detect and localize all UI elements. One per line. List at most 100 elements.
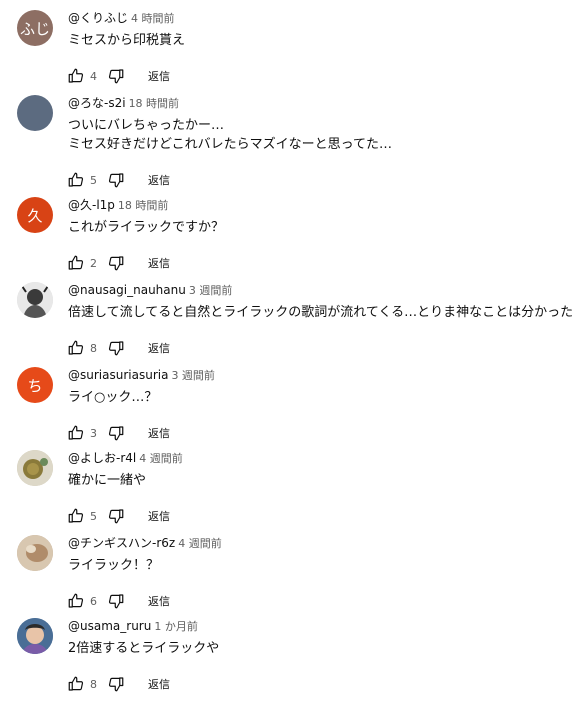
thumbs-up-icon: [68, 425, 84, 440]
like-button[interactable]: [66, 591, 86, 611]
avatar[interactable]: [17, 535, 53, 571]
comment-header: @くりふじ 4 時間前: [68, 10, 175, 26]
comment-text-line: ついにバレちゃったかー…: [68, 118, 225, 133]
reply-button[interactable]: 返信: [148, 68, 170, 84]
author-name[interactable]: @くりふじ: [68, 11, 128, 25]
comment-text-line: 確かに一緒や: [68, 473, 147, 488]
comment-timestamp[interactable]: 4 週間前: [178, 537, 222, 550]
like-button[interactable]: [66, 170, 86, 190]
thumbs-up-icon: [68, 593, 84, 608]
reply-button[interactable]: 返信: [148, 425, 170, 441]
comment-text-line: ライラック！？: [68, 558, 160, 573]
author-name[interactable]: @ろな-s2i: [68, 96, 126, 110]
comment-timestamp[interactable]: 18 時間前: [129, 97, 180, 110]
thumbs-down-icon: [108, 256, 124, 271]
author-name[interactable]: @よしお-r4l: [68, 451, 136, 465]
comment-header: @よしお-r4l 4 週間前: [68, 450, 183, 466]
like-count: 5: [90, 509, 97, 523]
author-name[interactable]: @チンギスハン-r6z: [68, 536, 175, 550]
thumbs-up-icon: [68, 68, 84, 83]
thumbs-up-icon: [68, 508, 84, 523]
comment-text: ライラック！？: [68, 556, 159, 575]
avatar[interactable]: [17, 450, 53, 486]
avatar[interactable]: [17, 282, 53, 318]
comment-item: @チンギスハン-r6z 4 週間前ライラック！？ 6 返信: [0, 535, 577, 619]
comment-timestamp[interactable]: 3 週間前: [189, 284, 233, 297]
avatar[interactable]: [17, 618, 53, 654]
author-name[interactable]: @suriasuriasuria: [68, 368, 168, 382]
thumbs-up-icon: [68, 340, 84, 355]
comment-text-line: ライ○ック…？: [68, 390, 158, 405]
thumbs-up-icon: [68, 172, 84, 187]
dislike-button[interactable]: [106, 66, 126, 86]
comment-item: @ろな-s2i 18 時間前ついにバレちゃったかー… ミセス好きだけどこれバレたらマ…: [0, 95, 577, 188]
comment-item: ふじ @くりふじ 4 時間前 ミセスから印税貰え 4 返信: [0, 10, 577, 94]
avatar[interactable]: [17, 95, 53, 131]
thumbs-down-icon: [108, 677, 124, 692]
comment-item: ち @suriasuriasuria 3 週間前 ライ○ック…？ 3 返信: [0, 367, 577, 451]
dislike-button[interactable]: [106, 423, 126, 443]
comment-text-line: これがライラックですか？: [68, 220, 225, 235]
comment-text: ミセスから印税貰え: [68, 31, 185, 50]
comment-timestamp[interactable]: 3 週間前: [171, 369, 215, 382]
author-name[interactable]: @nausagi_nauhanu: [68, 283, 186, 297]
comment-text-line: 倍速して流してると自然とライラックの歌詞が流れてくる…とりま神なことは分かった: [68, 305, 574, 320]
comment-actions: 8 返信: [66, 338, 170, 358]
thumbs-up-icon: [68, 255, 84, 270]
like-button[interactable]: [66, 338, 86, 358]
comment-actions: 8 返信: [66, 674, 170, 694]
thumbs-down-icon: [108, 509, 124, 524]
comment-actions: 3 返信: [66, 423, 170, 443]
thumbs-down-icon: [108, 173, 124, 188]
avatar[interactable]: ふじ: [17, 10, 53, 46]
comment-text-line: ミセス好きだけどこれバレたらマズイなーと思ってた…: [68, 137, 392, 152]
comment-text: 倍速して流してると自然とライラックの歌詞が流れてくる…とりま神なことは分かった: [68, 303, 573, 322]
thumbs-up-icon: [68, 676, 84, 691]
dislike-button[interactable]: [106, 674, 126, 694]
like-button[interactable]: [66, 253, 86, 273]
comment-text-line: ミセスから印税貰え: [68, 33, 186, 48]
avatar[interactable]: 久: [17, 197, 53, 233]
comment-timestamp[interactable]: 4 時間前: [131, 12, 175, 25]
comment-text-line: 2倍速するとライラックや: [68, 641, 220, 656]
comment-item: @よしお-r4l 4 週間前 確かに一緒や 5 返信: [0, 450, 577, 534]
comment-header: @ろな-s2i 18 時間前: [68, 95, 179, 111]
comment-item: @nausagi_nauhanu 3 週間前倍速して流してると自然とライラックの歌…: [0, 282, 577, 366]
comment-actions: 5 返信: [66, 170, 170, 190]
thumbs-down-icon: [108, 426, 124, 441]
dislike-button[interactable]: [106, 591, 126, 611]
author-name[interactable]: @久-l1p: [68, 198, 115, 212]
reply-button[interactable]: 返信: [148, 255, 170, 271]
like-button[interactable]: [66, 66, 86, 86]
thumbs-down-icon: [108, 594, 124, 609]
dislike-button[interactable]: [106, 253, 126, 273]
comment-text: ついにバレちゃったかー… ミセス好きだけどこれバレたらマズイなーと思ってた…: [68, 116, 392, 154]
comment-text: 確かに一緒や: [68, 471, 146, 490]
like-button[interactable]: [66, 674, 86, 694]
comment-item: @usama_ruru 1 か月前 2倍速するとライラックや 8 返信: [0, 618, 577, 702]
dislike-button[interactable]: [106, 170, 126, 190]
like-button[interactable]: [66, 506, 86, 526]
comment-actions: 6 返信: [66, 591, 170, 611]
thumbs-down-icon: [108, 341, 124, 356]
comment-timestamp[interactable]: 18 時間前: [118, 199, 169, 212]
like-button[interactable]: [66, 423, 86, 443]
reply-button[interactable]: 返信: [148, 676, 170, 692]
avatar[interactable]: ち: [17, 367, 53, 403]
comment-header: @nausagi_nauhanu 3 週間前: [68, 282, 232, 298]
comment-text: 2倍速するとライラックや: [68, 639, 219, 658]
thumbs-down-icon: [108, 69, 124, 84]
comment-timestamp[interactable]: 1 か月前: [154, 620, 198, 633]
comment-item: 久 @久-l1p 18 時間前 これがライラックですか？ 2 返信: [0, 197, 577, 281]
comment-text: これがライラックですか？: [68, 218, 224, 237]
reply-button[interactable]: 返信: [148, 593, 170, 609]
author-name[interactable]: @usama_ruru: [68, 619, 151, 633]
comment-header: @suriasuriasuria 3 週間前: [68, 367, 215, 383]
reply-button[interactable]: 返信: [148, 340, 170, 356]
comment-timestamp[interactable]: 4 週間前: [139, 452, 183, 465]
reply-button[interactable]: 返信: [148, 508, 170, 524]
dislike-button[interactable]: [106, 338, 126, 358]
reply-button[interactable]: 返信: [148, 172, 170, 188]
like-count: 6: [90, 594, 97, 608]
dislike-button[interactable]: [106, 506, 126, 526]
